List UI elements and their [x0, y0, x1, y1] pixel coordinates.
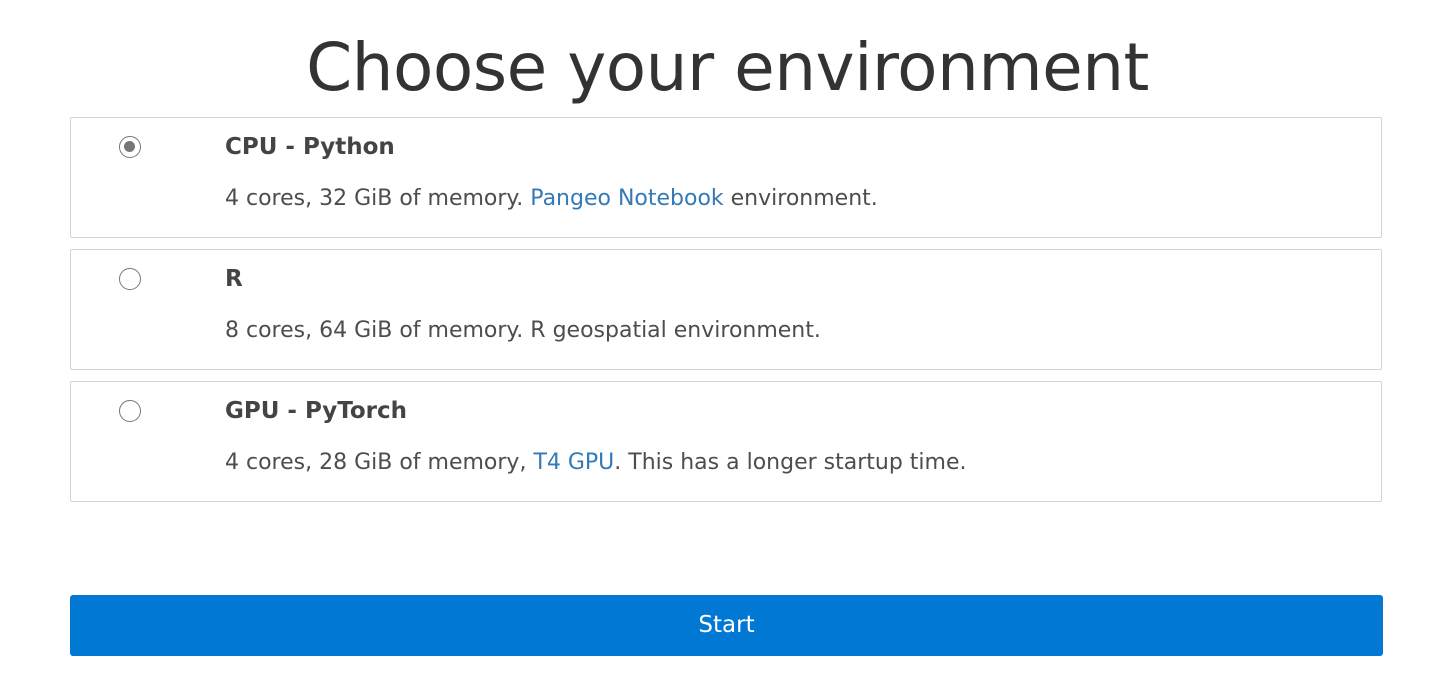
option-description-text: 8 cores, 64 GiB of memory. R geospatial … — [225, 318, 821, 343]
radio-gpu-pytorch[interactable] — [119, 400, 141, 422]
radio-cpu-python[interactable] — [119, 136, 141, 158]
option-title: CPU - Python — [225, 134, 395, 160]
radio-r[interactable] — [119, 268, 141, 290]
t4-gpu-link[interactable]: T4 GPU — [533, 450, 614, 475]
pangeo-notebook-link[interactable]: Pangeo Notebook — [530, 186, 723, 211]
option-description: 8 cores, 64 GiB of memory. R geospatial … — [225, 316, 821, 346]
option-description-text: 4 cores, 32 GiB of memory. — [225, 186, 531, 211]
option-description-text-end: . This has a longer startup time. — [614, 450, 967, 475]
page-title: Choose your environment — [306, 29, 1149, 106]
option-description: 4 cores, 32 GiB of memory. Pangeo Notebo… — [225, 184, 878, 214]
option-title: GPU - PyTorch — [225, 398, 408, 424]
option-description: 4 cores, 28 GiB of memory, T4 GPU. This … — [225, 448, 966, 478]
option-description-text: 4 cores, 28 GiB of memory, — [225, 450, 534, 475]
option-cpu-python[interactable]: CPU - Python 4 cores, 32 GiB of memory. … — [70, 117, 1382, 238]
option-gpu-pytorch[interactable]: GPU - PyTorch 4 cores, 28 GiB of memory,… — [70, 381, 1382, 502]
option-r[interactable]: R 8 cores, 64 GiB of memory. R geospatia… — [70, 249, 1382, 370]
start-button[interactable]: Start — [70, 595, 1383, 656]
option-title: R — [225, 266, 243, 292]
option-description-text-end: environment. — [723, 186, 878, 211]
